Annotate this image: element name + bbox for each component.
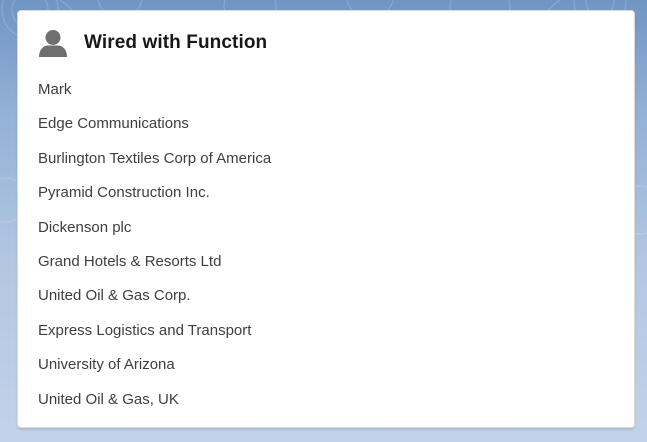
account-list: Mark Edge Communications Burlington Text… xyxy=(38,73,271,417)
list-item: Burlington Textiles Corp of America xyxy=(38,149,272,167)
list-item: United Oil & Gas, UK xyxy=(38,390,179,408)
list-item: United Oil & Gas Corp. xyxy=(38,287,191,305)
list-item: Edge Communications xyxy=(38,115,189,133)
user-icon xyxy=(38,28,68,58)
list-item: Pyramid Construction Inc. xyxy=(38,184,210,202)
list-item: University of Arizona xyxy=(38,356,175,374)
list-item: Grand Hotels & Resorts Ltd xyxy=(38,252,222,270)
card-title: Wired with Function xyxy=(84,32,268,53)
list-item: Dickenson plc xyxy=(38,218,132,236)
wired-function-card: Wired with Function Mark Edge Communicat… xyxy=(17,10,635,428)
list-item: Express Logistics and Transport xyxy=(38,321,252,339)
list-item: Mark xyxy=(38,81,72,98)
card-header: Wired with Function xyxy=(38,27,267,59)
